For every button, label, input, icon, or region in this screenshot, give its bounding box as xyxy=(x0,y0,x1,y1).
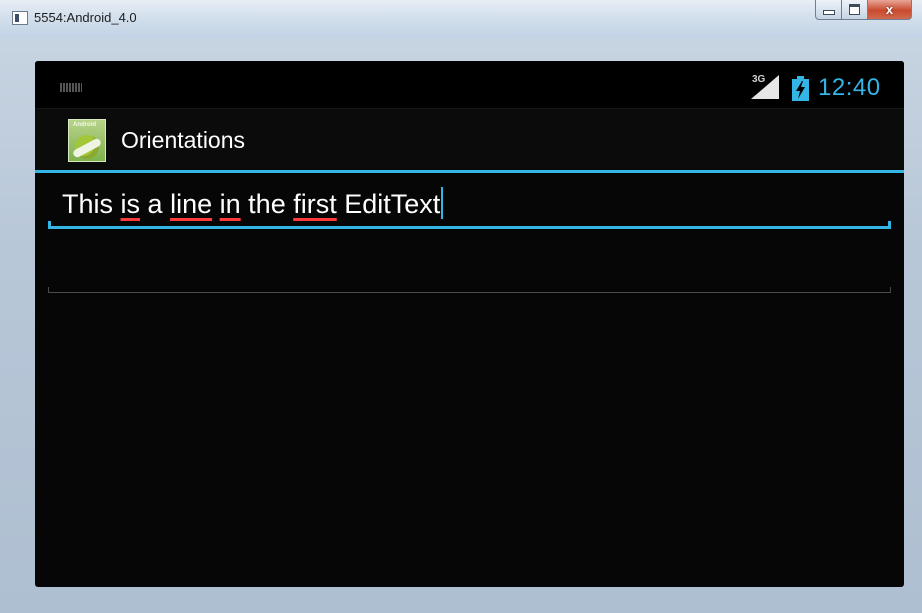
window-title: 5554:Android_4.0 xyxy=(34,10,137,25)
app-title: Orientations xyxy=(121,127,246,153)
status-bar: 3G 12:40 xyxy=(35,61,904,109)
minimize-icon xyxy=(822,10,835,15)
edittext-word: This xyxy=(62,189,114,219)
app-icon-text: Android xyxy=(73,122,96,128)
network-type-label: 3G xyxy=(752,74,766,85)
maximize-icon xyxy=(849,4,860,15)
edittext-word: the xyxy=(248,189,286,219)
device-screen: 3G 12:40 Android Orientations This is a … xyxy=(35,61,904,587)
window-app-icon xyxy=(12,11,28,25)
text-cursor xyxy=(441,187,444,219)
status-clock: 12:40 xyxy=(818,74,881,101)
close-button[interactable]: x xyxy=(868,0,912,20)
edittext-word: EditText xyxy=(344,189,441,219)
window-titlebar[interactable]: 5554:Android_4.0 x xyxy=(0,0,922,38)
edittext-word-misspelled[interactable]: in xyxy=(220,189,241,219)
first-edittext-value: This is a line in the first EditText xyxy=(62,187,444,220)
edittext-word: a xyxy=(147,189,163,219)
first-edittext[interactable]: This is a line in the first EditText xyxy=(48,173,891,229)
window-caption-buttons: x xyxy=(815,0,912,20)
battery-charging-icon xyxy=(792,76,809,101)
edittext-word-misspelled[interactable]: first xyxy=(293,189,337,219)
android-logo-icon xyxy=(75,135,99,159)
keyboard-icon xyxy=(60,83,82,92)
maximize-button[interactable] xyxy=(842,0,868,20)
close-icon: x xyxy=(885,2,894,17)
action-bar: Android Orientations xyxy=(35,109,904,173)
app-launcher-icon[interactable]: Android xyxy=(68,119,106,162)
edittext-word-misspelled[interactable]: is xyxy=(121,189,141,219)
second-edittext[interactable] xyxy=(48,231,891,293)
edittext-word-misspelled[interactable]: line xyxy=(170,189,212,219)
minimize-button[interactable] xyxy=(815,0,842,20)
emulator-window: 5554:Android_4.0 x 3G 12:40 Android Orie… xyxy=(0,0,922,613)
